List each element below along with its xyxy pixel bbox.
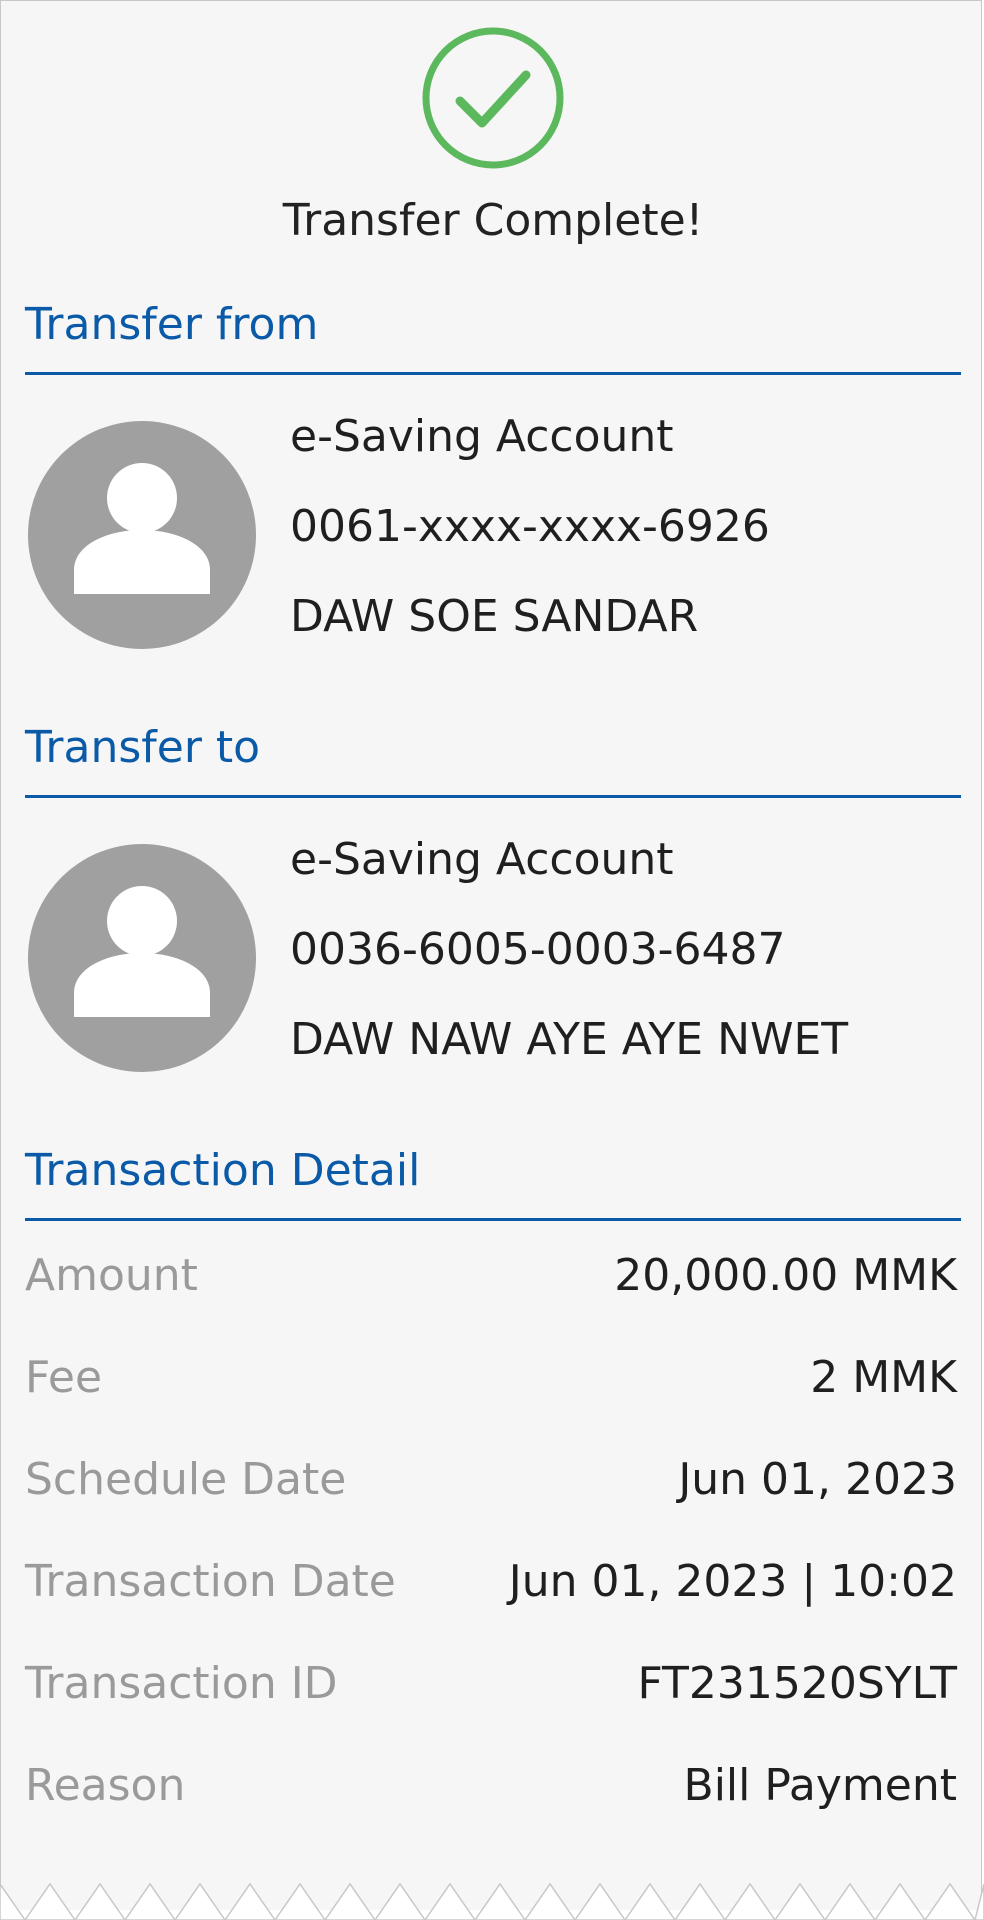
detail-value: Bill Payment bbox=[683, 1760, 957, 1811]
detail-label: Amount bbox=[25, 1250, 198, 1301]
receipt-card: Transfer Complete! Transfer from e-Savin… bbox=[0, 0, 982, 1910]
transaction-detail-heading: Transaction Detail bbox=[25, 1145, 421, 1196]
detail-label: Schedule Date bbox=[25, 1454, 347, 1505]
from-account-type: e-Saving Account bbox=[290, 411, 674, 462]
detail-label: Transaction Date bbox=[25, 1556, 396, 1607]
transfer-to-heading: Transfer to bbox=[25, 722, 261, 773]
to-account-type: e-Saving Account bbox=[290, 834, 674, 885]
transaction-detail-divider bbox=[25, 1218, 961, 1221]
page-title: Transfer Complete! bbox=[282, 195, 704, 246]
detail-value: 2 MMK bbox=[810, 1352, 957, 1403]
detail-value: FT231520SYLT bbox=[637, 1658, 957, 1709]
detail-value: 20,000.00 MMK bbox=[614, 1250, 957, 1301]
to-account-name: DAW NAW AYE AYE NWET bbox=[290, 1014, 849, 1065]
check-circle-icon bbox=[420, 25, 566, 171]
transfer-from-heading: Transfer from bbox=[25, 299, 319, 350]
transfer-from-divider bbox=[25, 372, 961, 375]
detail-label: Fee bbox=[25, 1352, 103, 1403]
detail-label: Reason bbox=[25, 1760, 186, 1811]
receipt-torn-edge bbox=[0, 1882, 984, 1920]
detail-label: Transaction ID bbox=[25, 1658, 338, 1709]
detail-value: Jun 01, 2023 bbox=[678, 1454, 957, 1505]
person-icon bbox=[27, 843, 257, 1073]
from-account-name: DAW SOE SANDAR bbox=[290, 591, 699, 642]
transfer-to-divider bbox=[25, 795, 961, 798]
to-account-number: 0036-6005-0003-6487 bbox=[290, 924, 786, 975]
detail-value: Jun 01, 2023 | 10:02 bbox=[508, 1556, 957, 1607]
from-account-number: 0061-xxxx-xxxx-6926 bbox=[290, 501, 770, 552]
person-icon bbox=[27, 420, 257, 650]
